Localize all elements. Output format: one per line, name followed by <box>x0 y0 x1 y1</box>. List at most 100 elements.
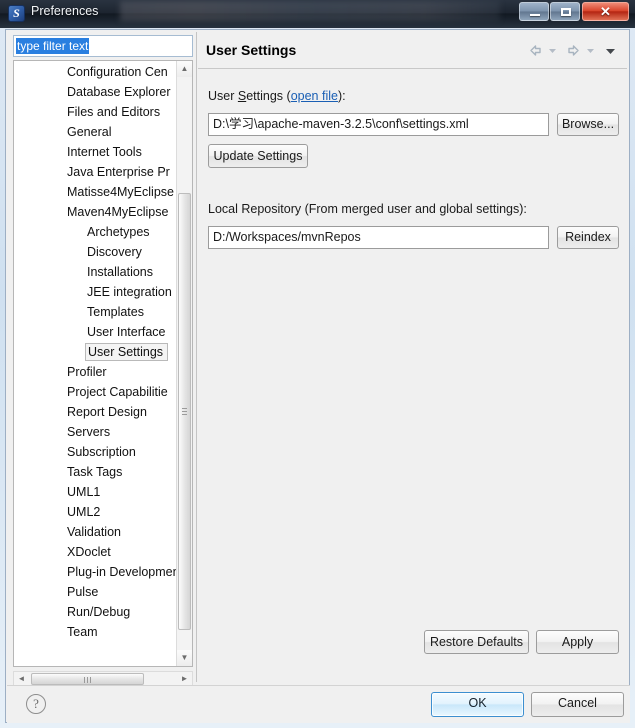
eclipse-app-icon: S <box>8 5 25 22</box>
tree-item-label: Files and Editors <box>67 105 161 119</box>
view-menu-chevron-down-icon[interactable] <box>604 43 619 58</box>
tree-item[interactable]: Archetypes <box>14 222 177 242</box>
forward-dropdown-chevron-down-icon[interactable] <box>585 43 600 58</box>
tree-item[interactable]: Task Tags <box>14 462 177 482</box>
local-repository-path-input[interactable]: D:/Workspaces/mvnRepos <box>208 226 549 249</box>
tree-item-label: Profiler <box>67 365 107 379</box>
user-settings-path-input[interactable]: D:\学习\apache-maven-3.2.5\conf\settings.x… <box>208 113 549 136</box>
tree-item-label: Servers <box>67 425 111 439</box>
filter-input[interactable]: type filter text <box>13 35 193 57</box>
forward-arrow-icon[interactable] <box>566 43 581 58</box>
tree-item-label: UML2 <box>67 505 101 519</box>
tree-item-label: Report Design <box>67 405 147 419</box>
tree-item-label: XDoclet <box>67 545 111 559</box>
reindex-button[interactable]: Reindex <box>557 226 619 249</box>
tree-item-label: Internet Tools <box>67 145 142 159</box>
tree-item-label: User Settings <box>85 343 169 361</box>
tree-item[interactable]: User Settings <box>14 342 177 362</box>
tree-vertical-scroll-thumb[interactable] <box>178 193 191 630</box>
apply-button[interactable]: Apply <box>536 630 619 654</box>
tree-item[interactable]: Profiler <box>14 362 177 382</box>
dialog-client-area: type filter text Configuration Cen Databa… <box>5 29 630 723</box>
tree-item[interactable]: XDoclet <box>14 542 177 562</box>
tree-horizontal-scroll-thumb[interactable] <box>31 673 144 685</box>
tree-item[interactable]: User Interface <box>14 322 177 342</box>
tree-item-label: Project Capabilitie <box>67 385 168 399</box>
app-icon-glyph: S <box>13 6 20 20</box>
tree-item[interactable]: General <box>14 122 177 142</box>
tree-item[interactable]: UML2 <box>14 502 177 522</box>
title-separator <box>198 68 627 69</box>
browse-button[interactable]: Browse... <box>557 113 619 136</box>
scroll-right-icon[interactable]: ► <box>177 672 192 686</box>
tree-item[interactable]: Run/Debug <box>14 602 177 622</box>
ok-button[interactable]: OK <box>431 692 524 717</box>
page-title: User Settings <box>206 42 297 58</box>
tree-item[interactable]: Servers <box>14 422 177 442</box>
tree-item[interactable]: JEE integration <box>14 282 177 302</box>
tree-item[interactable]: Maven4MyEclipse <box>14 202 177 222</box>
tree-item[interactable]: UML1 <box>14 482 177 502</box>
settings-page-pane: User Settings User Settings (open file):… <box>198 32 627 682</box>
minimize-icon <box>530 14 540 16</box>
tree-item-label: Validation <box>67 525 121 539</box>
update-settings-button[interactable]: Update Settings <box>208 144 308 168</box>
back-dropdown-chevron-down-icon[interactable] <box>547 43 562 58</box>
tree-item-label: JEE integration <box>87 285 172 299</box>
scroll-thumb-grip <box>83 677 92 683</box>
maximize-button[interactable] <box>550 2 580 21</box>
scroll-up-icon[interactable]: ▲ <box>177 61 192 77</box>
tree-item-label: Subscription <box>67 445 136 459</box>
tree-item[interactable]: Pulse <box>14 582 177 602</box>
pane-divider <box>196 32 197 682</box>
tree-item-label: Configuration Cen <box>67 65 168 79</box>
tree-item-label: Matisse4MyEclipse <box>67 185 174 199</box>
tree-item-label: Java Enterprise Pr <box>67 165 170 179</box>
page-navigation-toolbar <box>528 42 619 58</box>
tree-item[interactable]: Project Capabilitie <box>14 382 177 402</box>
tree-item[interactable]: Files and Editors <box>14 102 177 122</box>
scroll-down-icon[interactable]: ▼ <box>177 650 192 666</box>
tree-item[interactable]: Internet Tools <box>14 142 177 162</box>
local-repository-label: Local Repository (From merged user and g… <box>208 202 527 216</box>
back-arrow-icon[interactable] <box>528 43 543 58</box>
tree-item-label: Maven4MyEclipse <box>67 205 169 219</box>
help-icon[interactable]: ? <box>26 694 46 714</box>
tree-item[interactable]: Database Explorer <box>14 82 177 102</box>
filter-input-text: type filter text <box>16 38 90 54</box>
tree-item[interactable]: Discovery <box>14 242 177 262</box>
tree-item-label: General <box>67 125 112 139</box>
cancel-button[interactable]: Cancel <box>531 692 624 717</box>
tree-item[interactable]: Validation <box>14 522 177 542</box>
tree-item[interactable]: Installations <box>14 262 177 282</box>
tree-item-label: User Interface <box>87 325 166 339</box>
tree-item-label: Templates <box>87 305 144 319</box>
close-button[interactable]: ✕ <box>582 2 629 21</box>
tree-item[interactable]: Plug-in Development <box>14 562 177 582</box>
preferences-tree[interactable]: Configuration Cen Database Explorer Files … <box>13 60 193 667</box>
tree-item[interactable]: Configuration Cen <box>14 62 177 82</box>
open-file-link[interactable]: open file <box>291 89 338 103</box>
maximize-icon <box>561 8 571 16</box>
tree-item[interactable]: Matisse4MyEclipse <box>14 182 177 202</box>
user-settings-label-suffix: ): <box>337 89 346 103</box>
tree-item[interactable]: Templates <box>14 302 177 322</box>
tree-item-label: Archetypes <box>87 225 150 239</box>
close-icon: ✕ <box>600 4 611 19</box>
tree-vertical-scrollbar[interactable]: ▲ ▼ <box>176 61 192 666</box>
scroll-left-icon[interactable]: ◄ <box>14 672 29 686</box>
tree-item-label: Team <box>67 625 98 639</box>
tree-item-label: Pulse <box>67 585 99 599</box>
window-titlebar: S Preferences ✕ <box>0 0 635 28</box>
tree-item-label: Database Explorer <box>67 85 171 99</box>
tree-item[interactable]: Subscription <box>14 442 177 462</box>
tree-item-label: Installations <box>87 265 154 279</box>
scroll-thumb-grip <box>182 407 187 416</box>
tree-item-label: Task Tags <box>67 465 123 479</box>
tree-item-label: Run/Debug <box>67 605 131 619</box>
restore-defaults-button[interactable]: Restore Defaults <box>424 630 529 654</box>
tree-item[interactable]: Report Design <box>14 402 177 422</box>
tree-item[interactable]: Java Enterprise Pr <box>14 162 177 182</box>
tree-item[interactable]: Team <box>14 622 177 642</box>
minimize-button[interactable] <box>519 2 549 21</box>
